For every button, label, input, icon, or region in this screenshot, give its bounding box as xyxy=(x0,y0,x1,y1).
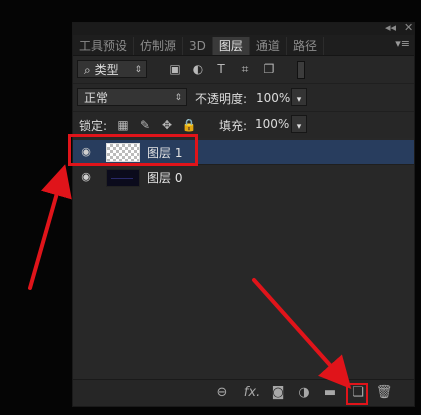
annotation-arrows xyxy=(28,164,352,389)
arrow-to-new-layer-button xyxy=(252,278,352,389)
arrow-to-layer xyxy=(28,164,72,290)
